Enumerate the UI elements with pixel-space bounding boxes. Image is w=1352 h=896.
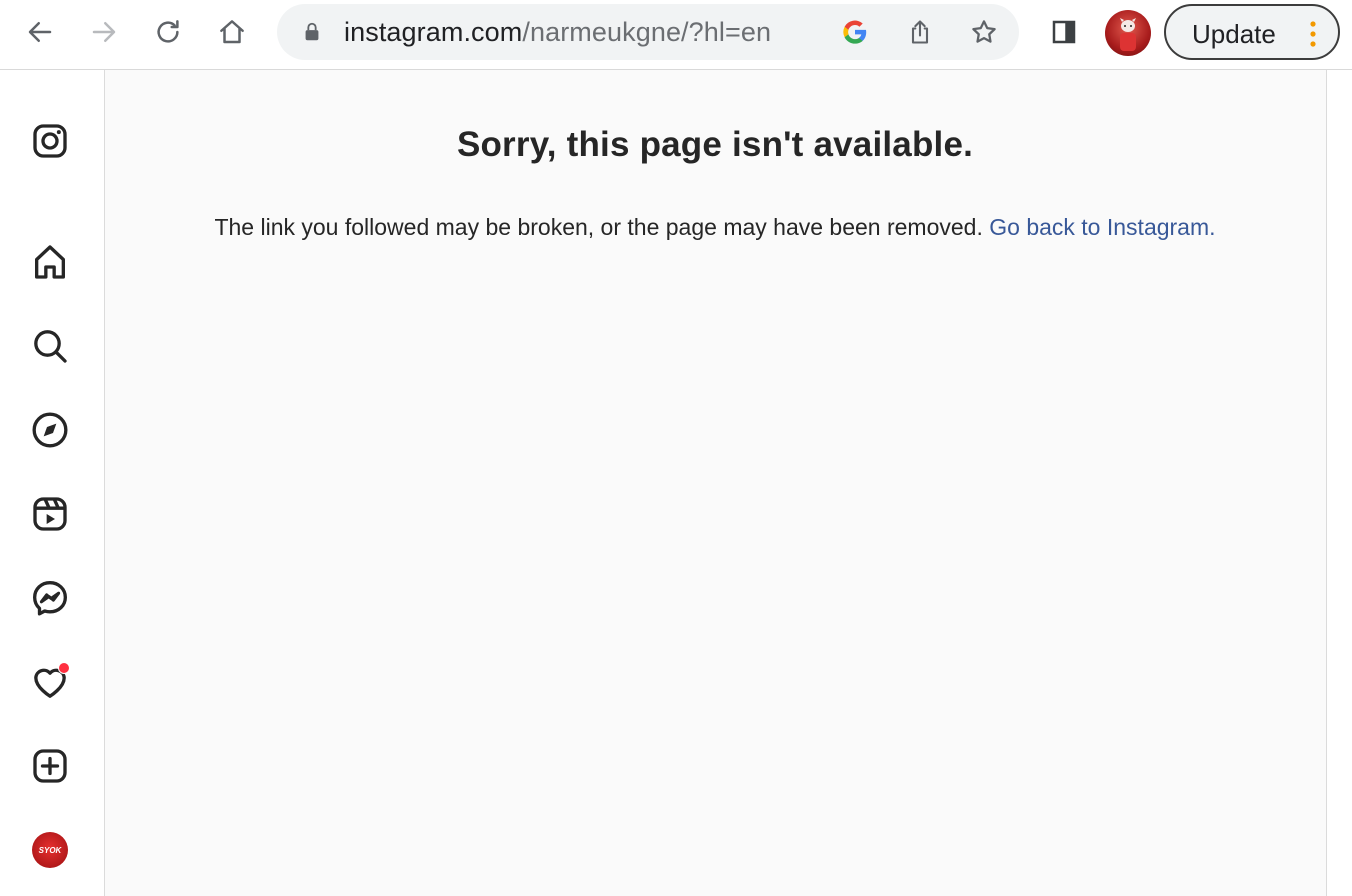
lock-icon[interactable] [301, 21, 323, 43]
compass-icon [32, 412, 68, 448]
nav-create[interactable] [26, 742, 74, 790]
share-icon [911, 20, 929, 44]
right-gutter [1326, 70, 1352, 896]
url-text[interactable]: instagram.com/narmeukgne/?hl=en [344, 16, 771, 48]
bookmark-button[interactable] [966, 14, 1002, 50]
browser-toolbar: instagram.com/narmeukgne/?hl=en Update [0, 0, 1352, 70]
plus-square-icon [33, 749, 67, 783]
profile-avatar-image [1120, 18, 1136, 51]
nav-reels[interactable] [26, 490, 74, 538]
update-button[interactable]: Update [1164, 4, 1340, 60]
side-panel-button[interactable] [1042, 10, 1086, 54]
messenger-icon [33, 581, 68, 616]
reload-icon [157, 20, 179, 43]
nav-search[interactable] [26, 322, 74, 370]
error-message: The link you followed may be broken, or … [105, 212, 1325, 242]
profile-avatar[interactable] [1105, 10, 1151, 56]
share-button[interactable] [902, 14, 938, 50]
reload-button[interactable] [146, 10, 190, 54]
forward-icon [92, 22, 116, 42]
profile-avatar-text: SYOK [38, 845, 62, 855]
home-icon [220, 20, 244, 44]
forward-button[interactable] [82, 10, 126, 54]
nav-notifications[interactable] [26, 658, 74, 706]
update-label: Update [1192, 19, 1276, 49]
go-back-link[interactable]: Go back to Instagram. [989, 214, 1215, 240]
instagram-icon [33, 124, 67, 158]
instagram-sidebar: SYOK [0, 70, 105, 896]
profile-avatar: SYOK [32, 832, 68, 868]
url-host: instagram.com [344, 17, 523, 47]
side-panel-icon [1052, 20, 1076, 44]
google-lens-button[interactable] [837, 14, 873, 50]
nav-explore[interactable] [26, 406, 74, 454]
page-title: Sorry, this page isn't available. [456, 125, 974, 164]
instagram-logo-link[interactable] [26, 117, 74, 165]
error-message-text: The link you followed may be broken, or … [214, 214, 983, 240]
back-icon [28, 22, 52, 42]
home-button[interactable] [210, 10, 254, 54]
url-path: /narmeukgne/?hl=en [522, 17, 772, 47]
nav-profile[interactable]: SYOK [26, 826, 74, 874]
google-lens-icon [843, 20, 867, 44]
main-content: Sorry, this page isn't available. The li… [105, 70, 1327, 896]
more-dots-icon [1310, 21, 1316, 47]
reels-icon [33, 497, 67, 531]
back-button[interactable] [18, 10, 62, 54]
search-icon [34, 330, 67, 363]
notification-badge [58, 662, 70, 674]
nav-messages[interactable] [26, 574, 74, 622]
nav-home[interactable] [26, 238, 74, 286]
bookmark-star-icon [972, 20, 996, 43]
address-bar[interactable]: instagram.com/narmeukgne/?hl=en [277, 4, 1019, 60]
home-icon [35, 245, 65, 279]
